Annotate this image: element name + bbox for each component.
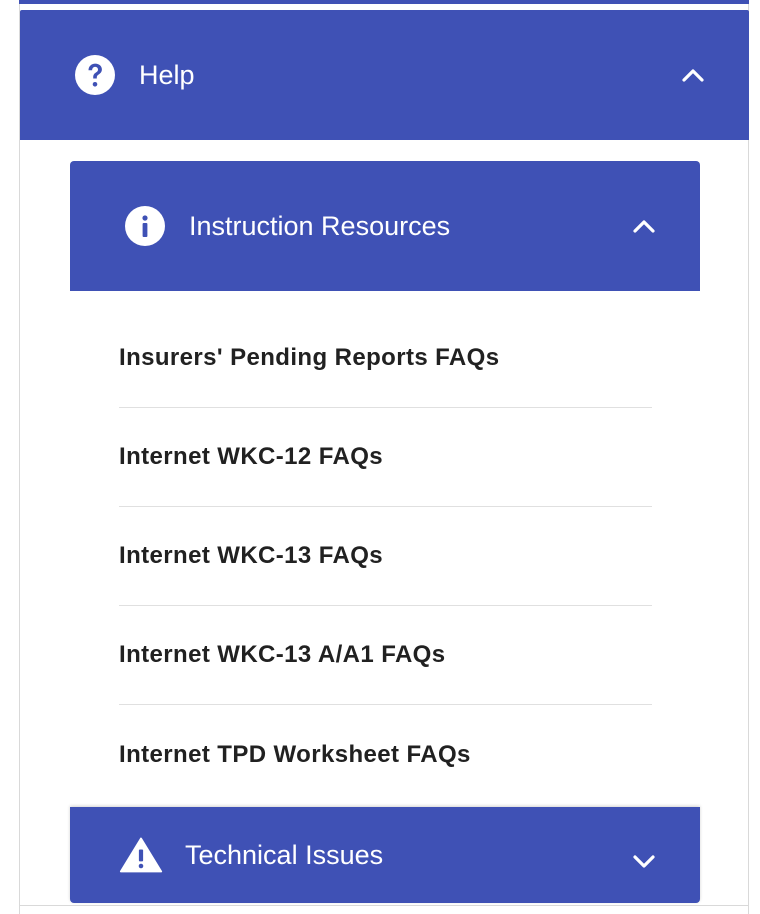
help-title: Help [139, 59, 195, 90]
faq-link-wkc-13[interactable]: Internet WKC-13 FAQs [119, 542, 383, 570]
instruction-resources-header[interactable]: Instruction Resources [70, 161, 700, 291]
warning-triangle-icon [119, 833, 163, 877]
help-panel: Help Instruction Resources Insurers' Pen… [19, 0, 749, 914]
chevron-down-icon[interactable] [632, 850, 656, 874]
chevron-up-icon[interactable] [681, 63, 705, 87]
faq-link-tpd-worksheet[interactable]: Internet TPD Worksheet FAQs [119, 741, 471, 769]
panel-bottom-border [19, 905, 749, 906]
faq-link-wkc-12[interactable]: Internet WKC-12 FAQs [119, 443, 383, 471]
instruction-resources-title: Instruction Resources [189, 210, 451, 241]
faq-link-insurers-pending-reports[interactable]: Insurers' Pending Reports FAQs [119, 344, 499, 372]
info-circle-icon [123, 204, 167, 248]
question-circle-icon [73, 53, 117, 97]
list-item[interactable]: Insurers' Pending Reports FAQs [119, 309, 652, 408]
help-header[interactable]: Help [20, 10, 749, 140]
technical-issues-header[interactable]: Technical Issues [70, 807, 700, 903]
list-item[interactable]: Internet WKC-12 FAQs [119, 408, 652, 507]
instruction-resources-list: Insurers' Pending Reports FAQs Internet … [70, 291, 700, 807]
list-item[interactable]: Internet TPD Worksheet FAQs [119, 705, 652, 804]
list-item[interactable]: Internet WKC-13 FAQs [119, 507, 652, 606]
chevron-up-icon[interactable] [632, 214, 656, 238]
technical-issues-title: Technical Issues [185, 839, 384, 870]
list-item[interactable]: Internet WKC-13 A/A1 FAQs [119, 606, 652, 705]
faq-link-wkc-13-a-a1[interactable]: Internet WKC-13 A/A1 FAQs [119, 641, 446, 669]
